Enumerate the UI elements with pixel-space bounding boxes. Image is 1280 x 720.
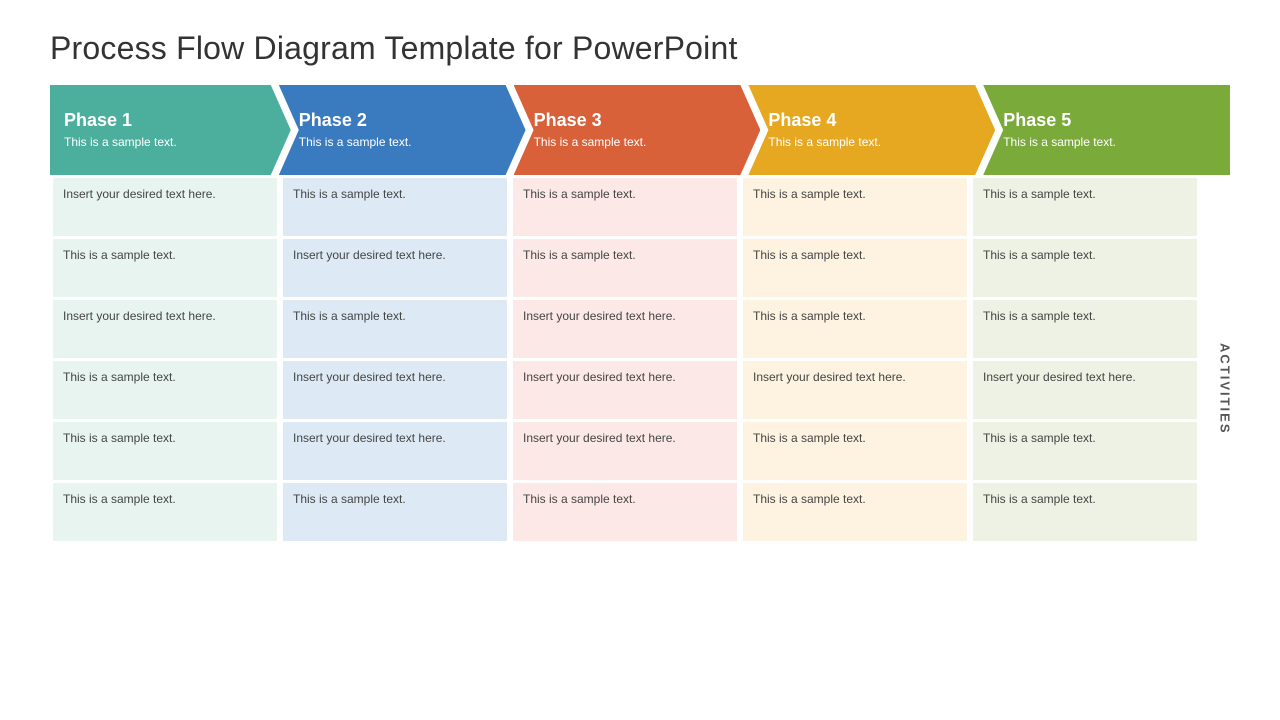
table-cell-5-3: This is a sample text. bbox=[973, 300, 1197, 358]
table-cell-3-4: Insert your desired text here. bbox=[513, 361, 737, 419]
phase-2-title: Phase 2 bbox=[299, 110, 516, 131]
activities-label: ACTIVITIES bbox=[1218, 343, 1233, 373]
table-cell-1-6: This is a sample text. bbox=[53, 483, 277, 541]
table-col-5: This is a sample text.This is a sample t… bbox=[970, 175, 1200, 541]
table-area: Insert your desired text here.This is a … bbox=[50, 175, 1230, 541]
phase-2: Phase 2 This is a sample text. bbox=[279, 85, 526, 175]
phase-5: Phase 5 This is a sample text. bbox=[983, 85, 1230, 175]
phase-1: Phase 1 This is a sample text. bbox=[50, 85, 291, 175]
table-cell-1-3: Insert your desired text here. bbox=[53, 300, 277, 358]
table-cell-3-2: This is a sample text. bbox=[513, 239, 737, 297]
table-cell-4-5: This is a sample text. bbox=[743, 422, 967, 480]
table-cell-4-3: This is a sample text. bbox=[743, 300, 967, 358]
table-cell-1-2: This is a sample text. bbox=[53, 239, 277, 297]
table-cell-5-4: Insert your desired text here. bbox=[973, 361, 1197, 419]
phase-1-subtitle: This is a sample text. bbox=[64, 135, 281, 151]
table-cell-5-5: This is a sample text. bbox=[973, 422, 1197, 480]
page-title: Process Flow Diagram Template for PowerP… bbox=[50, 30, 1230, 67]
table-cell-1-4: This is a sample text. bbox=[53, 361, 277, 419]
table-cell-2-6: This is a sample text. bbox=[283, 483, 507, 541]
table-cell-1-1: Insert your desired text here. bbox=[53, 178, 277, 236]
phase-4-title: Phase 4 bbox=[768, 110, 985, 131]
table-col-4: This is a sample text.This is a sample t… bbox=[740, 175, 970, 541]
table-cell-3-6: This is a sample text. bbox=[513, 483, 737, 541]
phase-5-subtitle: This is a sample text. bbox=[1003, 135, 1220, 151]
table-cell-4-6: This is a sample text. bbox=[743, 483, 967, 541]
phases-container: Phase 1 This is a sample text. Phase 2 T… bbox=[50, 85, 1230, 175]
table-col-1: Insert your desired text here.This is a … bbox=[50, 175, 280, 541]
phase-3: Phase 3 This is a sample text. bbox=[514, 85, 761, 175]
phase-4-subtitle: This is a sample text. bbox=[768, 135, 985, 151]
table-cell-1-5: This is a sample text. bbox=[53, 422, 277, 480]
table-cell-3-5: Insert your desired text here. bbox=[513, 422, 737, 480]
table-cell-3-1: This is a sample text. bbox=[513, 178, 737, 236]
phase-3-subtitle: This is a sample text. bbox=[534, 135, 751, 151]
table-cell-3-3: Insert your desired text here. bbox=[513, 300, 737, 358]
table-cell-5-2: This is a sample text. bbox=[973, 239, 1197, 297]
table-cell-4-2: This is a sample text. bbox=[743, 239, 967, 297]
table-cell-2-5: Insert your desired text here. bbox=[283, 422, 507, 480]
table-col-3: This is a sample text.This is a sample t… bbox=[510, 175, 740, 541]
slide: Process Flow Diagram Template for PowerP… bbox=[20, 10, 1260, 710]
phase-4: Phase 4 This is a sample text. bbox=[748, 85, 995, 175]
phase-3-title: Phase 3 bbox=[534, 110, 751, 131]
phase-1-title: Phase 1 bbox=[64, 110, 281, 131]
table-cell-5-1: This is a sample text. bbox=[973, 178, 1197, 236]
table-cell-2-2: Insert your desired text here. bbox=[283, 239, 507, 297]
table-cell-4-4: Insert your desired text here. bbox=[743, 361, 967, 419]
table-col-2: This is a sample text.Insert your desire… bbox=[280, 175, 510, 541]
table-cell-2-3: This is a sample text. bbox=[283, 300, 507, 358]
phase-2-subtitle: This is a sample text. bbox=[299, 135, 516, 151]
table-cell-2-4: Insert your desired text here. bbox=[283, 361, 507, 419]
phase-5-title: Phase 5 bbox=[1003, 110, 1220, 131]
table-cell-2-1: This is a sample text. bbox=[283, 178, 507, 236]
table-cell-4-1: This is a sample text. bbox=[743, 178, 967, 236]
table-cell-5-6: This is a sample text. bbox=[973, 483, 1197, 541]
columns-wrapper: Insert your desired text here.This is a … bbox=[50, 175, 1200, 541]
